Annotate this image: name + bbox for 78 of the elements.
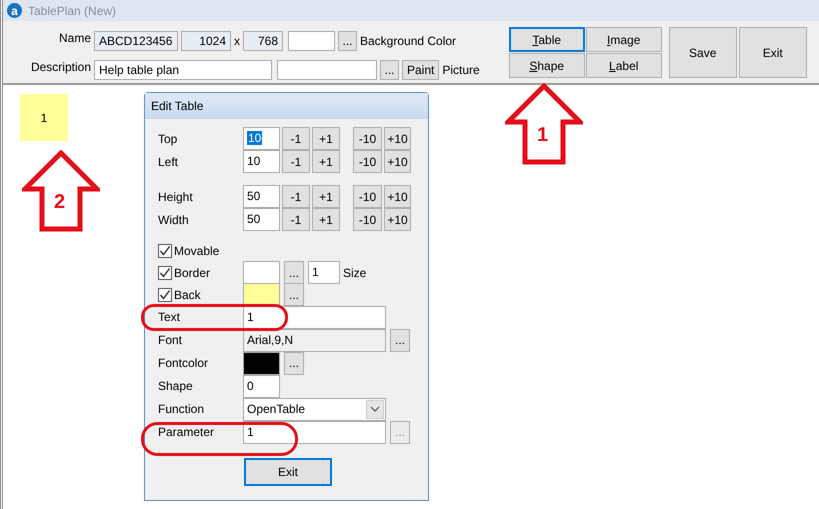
height-field[interactable]: 768 bbox=[243, 31, 283, 52]
paint-button[interactable]: Paint bbox=[402, 60, 440, 80]
checkbox-label: Movable bbox=[174, 242, 220, 260]
annotation-number: 1 bbox=[537, 125, 548, 145]
step-button[interactable]: +1 bbox=[312, 208, 340, 231]
field-label: Fontcolor bbox=[158, 355, 208, 372]
text-field[interactable]: 1 bbox=[243, 306, 386, 328]
step-button[interactable]: -1 bbox=[282, 127, 310, 150]
field-label: Font bbox=[158, 332, 182, 349]
checkbox[interactable] bbox=[158, 288, 172, 302]
color-swatch[interactable] bbox=[243, 352, 280, 374]
description-label: Description bbox=[30, 58, 91, 76]
checkbox[interactable] bbox=[158, 266, 172, 280]
name-field[interactable]: ABCD123456 bbox=[94, 31, 178, 52]
width-field[interactable]: 1024 bbox=[181, 31, 231, 52]
field-label: Shape bbox=[158, 378, 193, 395]
step-button[interactable]: +1 bbox=[312, 150, 340, 173]
step-button[interactable]: -10 bbox=[353, 208, 382, 231]
picture-field[interactable] bbox=[277, 60, 377, 80]
checkbox[interactable] bbox=[158, 244, 172, 258]
browse-button[interactable]: ... bbox=[284, 283, 304, 306]
exit-button[interactable]: Exit bbox=[244, 458, 332, 486]
field-label: Text bbox=[158, 309, 180, 326]
description-field[interactable]: Help table plan bbox=[94, 60, 272, 80]
step-button[interactable]: +1 bbox=[312, 185, 340, 208]
step-button[interactable]: -10 bbox=[353, 185, 382, 208]
app-logo: a bbox=[7, 3, 22, 18]
save-button[interactable]: Save bbox=[668, 27, 737, 78]
size-field[interactable]: 1 bbox=[308, 261, 340, 284]
step-button[interactable]: +10 bbox=[384, 127, 411, 150]
checkbox-label: Border bbox=[174, 264, 210, 282]
step-button[interactable]: -10 bbox=[353, 127, 382, 150]
checkbox-label: Back bbox=[174, 286, 201, 304]
exit-button[interactable]: Exit bbox=[738, 27, 807, 78]
field-label: Height bbox=[158, 188, 193, 206]
add-button[interactable]: Label bbox=[586, 53, 662, 78]
step-button[interactable]: +1 bbox=[312, 127, 340, 150]
dialog-title: Edit Table bbox=[145, 93, 428, 119]
browse-button[interactable]: ... bbox=[284, 261, 304, 284]
annotation-number: 2 bbox=[54, 192, 66, 212]
name-label: Name bbox=[58, 30, 91, 47]
browse-button[interactable]: ... bbox=[380, 60, 399, 80]
font-field[interactable]: Arial,9,N bbox=[243, 328, 386, 352]
picture-label: Picture bbox=[442, 62, 480, 79]
field-label: Top bbox=[158, 130, 178, 148]
background-color-swatch[interactable] bbox=[288, 31, 335, 52]
field-label: Left bbox=[158, 154, 178, 170]
add-button[interactable]: Table bbox=[508, 27, 585, 52]
number-field[interactable]: 50 bbox=[243, 185, 280, 208]
add-button[interactable]: Shape bbox=[508, 53, 585, 78]
number-field[interactable]: 10 bbox=[243, 150, 280, 173]
browse-button[interactable]: ... bbox=[284, 352, 304, 374]
color-swatch[interactable] bbox=[243, 261, 280, 284]
table-tile[interactable]: 1 bbox=[20, 94, 68, 141]
step-button[interactable]: -1 bbox=[282, 150, 310, 173]
color-swatch[interactable] bbox=[243, 283, 280, 306]
browse-button[interactable]: ... bbox=[338, 31, 357, 52]
field-label: Width bbox=[158, 212, 189, 228]
field-label: Function bbox=[158, 401, 204, 418]
step-button[interactable]: -1 bbox=[282, 208, 310, 231]
window-title: TablePlan (New) bbox=[28, 2, 116, 20]
step-button[interactable]: +10 bbox=[384, 208, 411, 231]
step-button[interactable]: +10 bbox=[384, 185, 411, 208]
step-button[interactable]: -10 bbox=[353, 150, 382, 173]
number-field[interactable]: 10 bbox=[243, 127, 280, 150]
number-field[interactable]: 50 bbox=[243, 208, 280, 231]
step-button[interactable]: -1 bbox=[282, 185, 310, 208]
text-field[interactable]: 1 bbox=[243, 420, 386, 444]
browse-button[interactable]: ... bbox=[390, 328, 410, 352]
field-label: Parameter bbox=[158, 424, 214, 441]
number-field[interactable]: 0 bbox=[243, 374, 280, 398]
background-color-label: Background Color bbox=[360, 33, 456, 50]
step-button[interactable]: +10 bbox=[384, 150, 411, 173]
caret-icon bbox=[366, 400, 384, 418]
size-label: Size bbox=[343, 264, 366, 282]
function-dropdown[interactable]: OpenTable bbox=[243, 398, 386, 420]
add-button[interactable]: Image bbox=[586, 27, 662, 52]
times-label: x bbox=[233, 33, 241, 50]
